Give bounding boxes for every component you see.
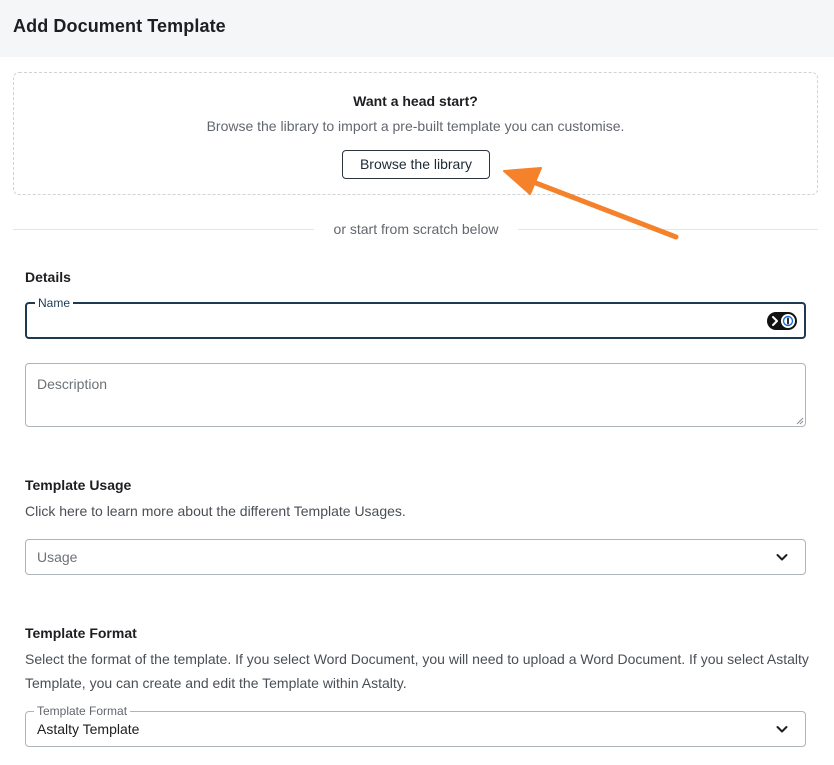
resize-handle-icon[interactable] [796, 417, 804, 425]
head-start-title: Want a head start? [353, 93, 478, 109]
template-format-select[interactable]: Template Format Astalty Template [25, 704, 806, 747]
template-format-select-label: Template Format [34, 704, 131, 718]
usage-select-placeholder: Usage [37, 549, 78, 565]
template-usage-help-link[interactable]: Click here to learn more about the diffe… [25, 499, 815, 523]
description-field[interactable]: Description [25, 363, 806, 427]
chevron-down-icon [776, 726, 788, 733]
template-format-select-value: Astalty Template [37, 721, 140, 737]
name-field-label: Name [35, 296, 74, 310]
divider-line-right [518, 229, 818, 230]
browse-library-button[interactable]: Browse the library [342, 150, 490, 179]
divider-line-left [13, 229, 314, 230]
template-format-description: Select the format of the template. If yo… [25, 651, 809, 691]
chevron-down-icon [776, 554, 788, 561]
page-title: Add Document Template [13, 16, 226, 36]
head-start-subtitle: Browse the library to import a pre-built… [206, 118, 625, 134]
usage-select[interactable]: Usage [25, 539, 806, 575]
details-heading: Details [25, 269, 71, 285]
section-divider: or start from scratch below [13, 220, 818, 238]
description-placeholder: Description [37, 376, 108, 392]
page-header: Add Document Template [0, 0, 834, 57]
head-start-panel: Want a head start? Browse the library to… [13, 72, 818, 195]
template-usage-heading: Template Usage [25, 477, 132, 493]
name-field[interactable]: Name [25, 296, 806, 339]
divider-text: or start from scratch below [333, 221, 499, 237]
template-format-heading: Template Format [25, 625, 137, 641]
password-manager-icon[interactable] [767, 312, 797, 330]
